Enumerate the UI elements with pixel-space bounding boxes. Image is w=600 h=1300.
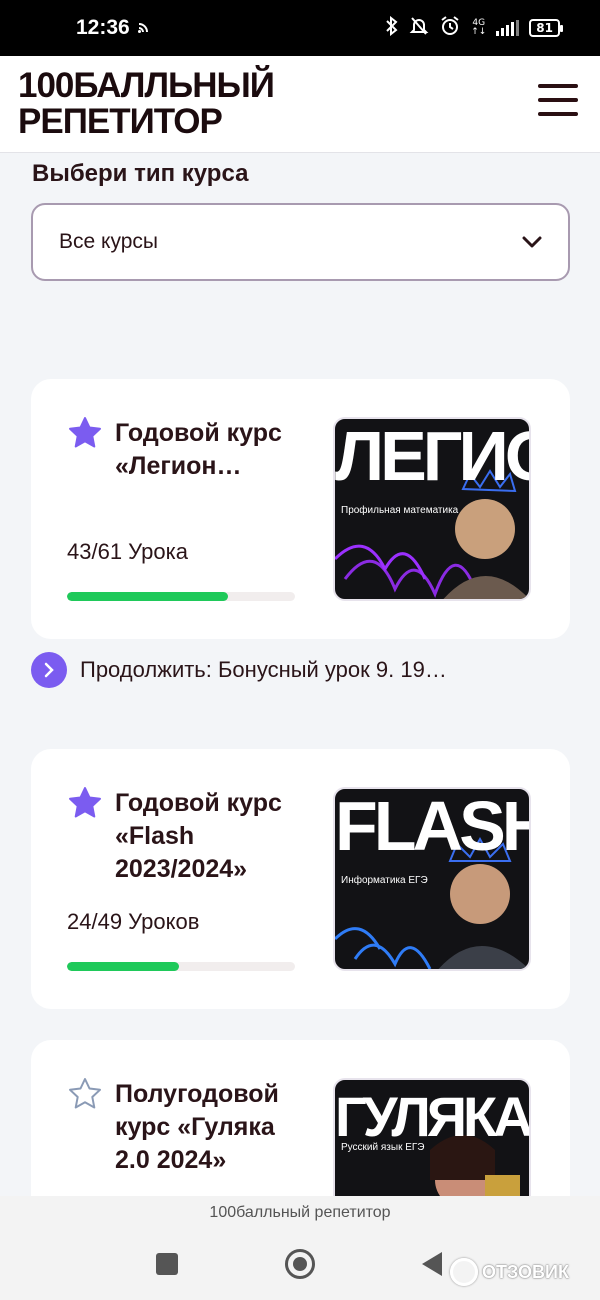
logo[interactable]: 100БАЛЛЬНЫЙ РЕПЕТИТОР <box>18 66 275 141</box>
course-card[interactable]: Годовой курс «Легион… 43/61 Урока ЛЕГИОН… <box>31 379 570 639</box>
continue-lesson-link[interactable]: Продолжить: Бонусный урок 9. 19… <box>31 652 447 688</box>
logo-line1: 100БАЛЛЬНЫЙ <box>18 66 275 105</box>
course-type-select[interactable]: Все курсы <box>31 203 570 281</box>
recent-apps-button[interactable] <box>156 1253 178 1275</box>
signal-icon <box>496 20 520 36</box>
thumbnail-subtitle: Информатика ЕГЭ <box>341 875 428 886</box>
progress-bar <box>67 962 295 971</box>
mute-bell-icon <box>409 16 429 41</box>
course-title: Годовой курс «Flash 2023/2024» <box>115 789 282 883</box>
status-icons: 4G ↑↓ 81 <box>385 15 563 42</box>
app-caption: 100балльный репетитор <box>209 1204 391 1221</box>
lessons-count: 24/49 Уроков <box>67 909 200 934</box>
watermark-text: ОТЗОВИК <box>482 1261 569 1282</box>
course-title: Годовой курс «Легион… <box>115 419 282 480</box>
cast-icon <box>137 19 152 37</box>
status-time: 12:36 <box>76 16 130 39</box>
app-header: 100БАЛЛЬНЫЙ РЕПЕТИТОР <box>0 56 600 153</box>
bottom-bar: 100балльный репетитор ОТЗОВИК <box>0 1196 600 1300</box>
watermark-logo-icon <box>450 1258 478 1286</box>
course-card[interactable]: Годовой курс «Flash 2023/2024» 24/49 Уро… <box>31 749 570 1009</box>
progress-fill <box>67 962 179 971</box>
menu-icon <box>538 84 578 88</box>
thumbnail-subtitle: Профильная математика <box>341 505 459 516</box>
chevron-right-icon <box>31 652 67 688</box>
battery-icon: 81 <box>529 19 563 37</box>
continue-text: Продолжить: Бонусный урок 9. 19… <box>80 657 447 682</box>
course-thumbnail[interactable]: ЛЕГИОН Профильная математика <box>333 417 531 601</box>
home-button[interactable] <box>285 1249 315 1279</box>
thumbnail-title: FLASH <box>335 787 531 865</box>
status-bar: 12:36 4G ↑↓ 81 <box>0 0 600 56</box>
battery-level: 81 <box>536 21 553 35</box>
network-indicator: 4G ↑↓ <box>471 18 487 37</box>
watermark: ОТЗОВИК <box>450 1258 569 1286</box>
lessons-count: 43/61 Урока <box>67 539 188 564</box>
thumbnail-subtitle: Русский язык ЕГЭ <box>341 1142 425 1153</box>
network-label: 4G <box>472 18 486 28</box>
thumbnail-title: ЛЕГИОН <box>335 417 529 495</box>
progress-bar <box>67 592 295 601</box>
star-filled-icon[interactable] <box>67 785 103 821</box>
course-thumbnail[interactable]: FLASH Информатика ЕГЭ <box>333 787 531 971</box>
filter-label: Выбери тип курса <box>32 160 249 187</box>
menu-button[interactable] <box>538 84 578 120</box>
back-button[interactable] <box>422 1252 442 1276</box>
progress-fill <box>67 592 228 601</box>
chevron-down-icon <box>522 236 542 248</box>
logo-line2: РЕПЕТИТОР <box>18 102 223 141</box>
star-outline-icon[interactable] <box>67 1076 103 1112</box>
select-value: Все курсы <box>59 230 158 253</box>
star-filled-icon[interactable] <box>67 415 103 451</box>
bluetooth-icon <box>385 15 399 41</box>
alarm-icon <box>439 15 461 42</box>
course-title: Полугодовой курс «Гуляка 2.0 2024» <box>115 1080 279 1174</box>
